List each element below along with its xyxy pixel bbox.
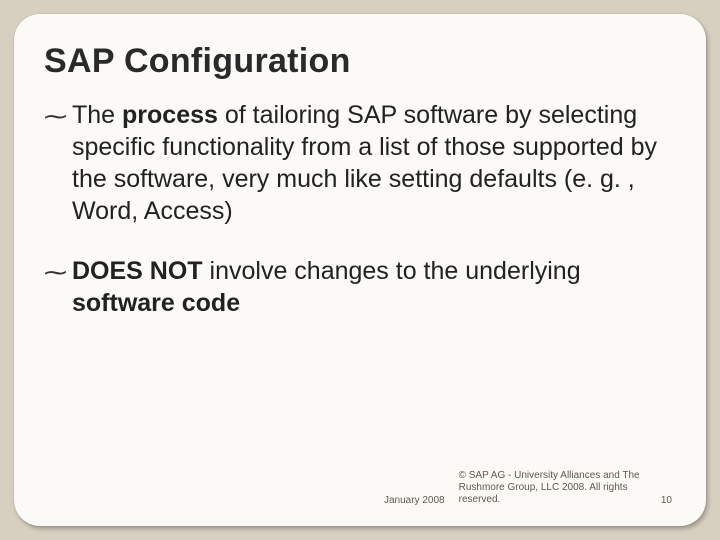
- bullet-list: ⁓ The process of tailoring SAP software …: [44, 99, 676, 319]
- footer-page-number: 10: [661, 495, 672, 506]
- footer-copyright: © SAP AG - University Alliances and The …: [459, 470, 649, 506]
- slide-footer: January 2008 © SAP AG - University Allia…: [14, 470, 706, 506]
- bullet-item: ⁓ The process of tailoring SAP software …: [44, 99, 676, 227]
- footer-date: January 2008: [384, 495, 445, 506]
- bullet-item: ⁓ DOES NOT involve changes to the underl…: [44, 255, 676, 319]
- bullet-text: The process of tailoring SAP software by…: [72, 101, 657, 225]
- bullet-glyph-icon: ⁓: [44, 102, 67, 131]
- slide-card: SAP Configuration ⁓ The process of tailo…: [14, 14, 706, 526]
- bullet-glyph-icon: ⁓: [44, 258, 67, 287]
- slide-background: SAP Configuration ⁓ The process of tailo…: [0, 0, 720, 540]
- slide-title: SAP Configuration: [44, 42, 676, 81]
- bullet-text: DOES NOT involve changes to the underlyi…: [72, 257, 581, 317]
